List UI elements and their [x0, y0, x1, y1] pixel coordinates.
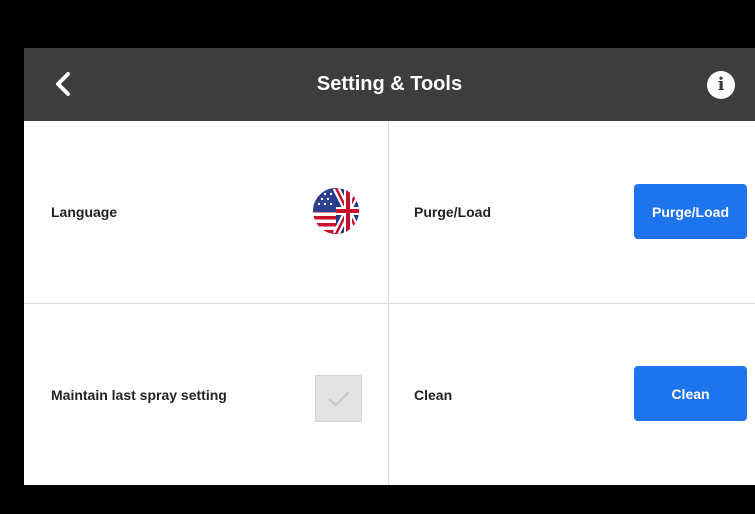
language-label: Language [51, 204, 118, 220]
purge-load-button[interactable]: Purge/Load [634, 184, 747, 239]
purge-load-setting: Purge/Load Purge/Load [389, 121, 755, 303]
info-button[interactable]: i [707, 71, 735, 99]
chevron-left-icon [56, 72, 70, 96]
clean-setting: Clean Clean [389, 304, 755, 485]
maintain-spray-label: Maintain last spray setting [51, 387, 227, 403]
settings-screen: Setting & Tools i Language Purge/Load Pu… [24, 48, 755, 485]
language-setting: Language [24, 121, 388, 303]
clean-label: Clean [414, 387, 453, 403]
settings-grid: Language Purge/Load Purge/Load Maintain … [24, 121, 755, 485]
maintain-spray-setting: Maintain last spray setting [24, 304, 388, 485]
checkmark-icon [328, 391, 349, 406]
header-bar: Setting & Tools i [24, 48, 755, 121]
purge-load-label: Purge/Load [414, 204, 492, 220]
maintain-spray-checkbox[interactable] [315, 375, 362, 422]
back-button[interactable] [46, 66, 82, 102]
flag-us-uk-icon[interactable] [313, 188, 359, 234]
info-icon: i [717, 74, 725, 95]
clean-button[interactable]: Clean [634, 366, 747, 421]
page-title: Setting & Tools [316, 73, 463, 95]
